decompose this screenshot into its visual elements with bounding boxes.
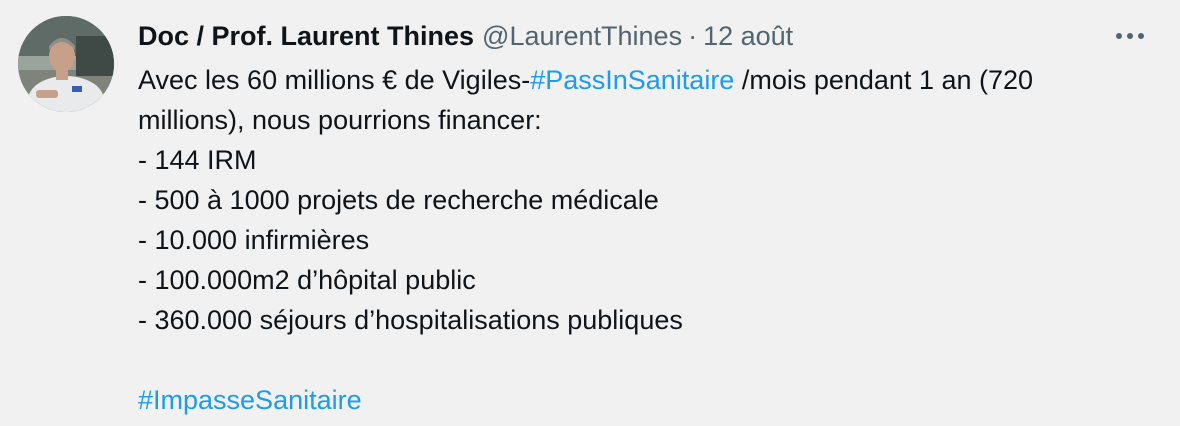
tweet[interactable]: Doc / Prof. Laurent Thines @LaurentThine… [0, 0, 1180, 426]
list-item: - 360.000 séjours d’hospitalisations pub… [138, 305, 683, 335]
hashtag-link[interactable]: #PassInSanitaire [530, 65, 734, 95]
tweet-text: Avec les 60 millions € de Vigiles-#PassI… [138, 60, 1148, 420]
more-horizontal-icon [1116, 33, 1144, 39]
text-fragment: /mois pendant 1 an (720 [734, 65, 1034, 95]
list-item: - 144 IRM [138, 145, 257, 175]
tweet-header: Doc / Prof. Laurent Thines @LaurentThine… [138, 18, 793, 54]
author-handle[interactable]: @LaurentThines [482, 21, 682, 52]
tweet-text-line-2: millions), nous pourrions financer: [138, 105, 542, 135]
hashtag-link[interactable]: #ImpasseSanitaire [138, 385, 362, 415]
tweet-text-line-1: Avec les 60 millions € de Vigiles-#PassI… [138, 60, 1148, 100]
list-item: - 10.000 infirmières [138, 225, 370, 255]
list-item: - 100.000m2 d’hôpital public [138, 265, 476, 295]
more-options-button[interactable] [1108, 20, 1152, 52]
header-separator: · [688, 20, 698, 51]
text-fragment: Avec les 60 millions € de Vigiles- [138, 65, 531, 95]
profile-photo [18, 16, 114, 112]
list-item: - 500 à 1000 projets de recherche médica… [138, 185, 659, 215]
tweet-date[interactable]: 12 août [703, 21, 793, 52]
author-avatar[interactable] [18, 16, 114, 112]
author-display-name[interactable]: Doc / Prof. Laurent Thines [138, 21, 474, 52]
tweet-text-hashtag-line: #ImpasseSanitaire [138, 380, 1148, 420]
